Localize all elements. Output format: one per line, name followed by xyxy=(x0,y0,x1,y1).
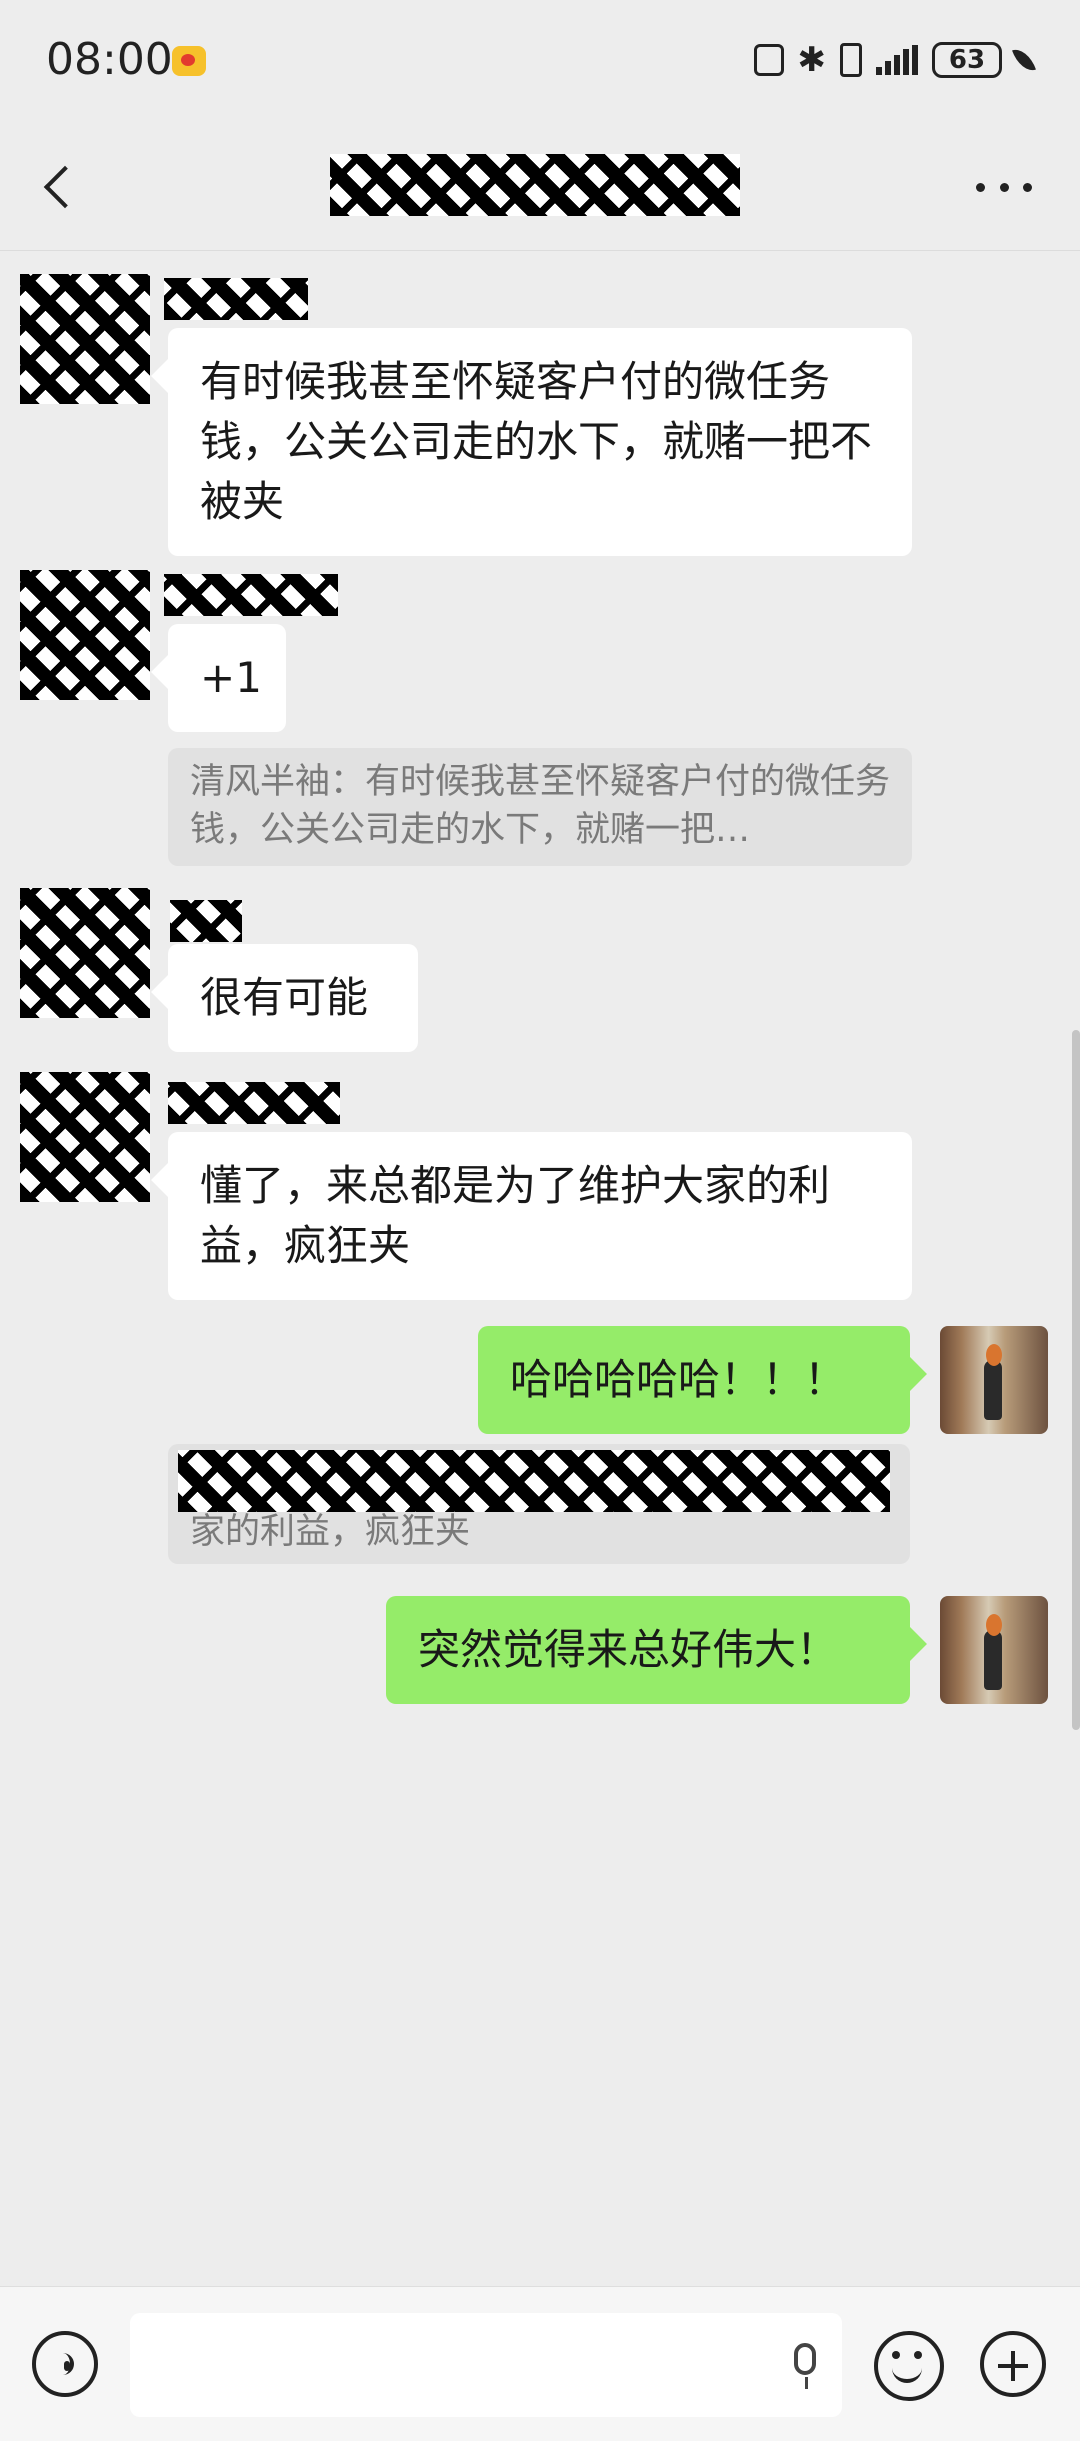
bluetooth-icon: ✱ xyxy=(797,40,827,80)
status-time: 08:00 xyxy=(46,34,173,85)
vibrate-icon xyxy=(840,43,862,77)
avatar-redacted[interactable] xyxy=(20,570,150,700)
my-avatar[interactable] xyxy=(940,1596,1048,1704)
status-bar: 08:00 ✱ 63 xyxy=(0,0,1080,124)
message-bubble[interactable]: 很有可能 xyxy=(168,944,418,1052)
emoji-icon[interactable] xyxy=(874,2331,944,2401)
my-message-bubble[interactable]: 哈哈哈哈哈！！！ xyxy=(478,1326,910,1434)
sender-name-redacted xyxy=(164,574,338,616)
avatar-redacted[interactable] xyxy=(20,888,150,1018)
battery-icon: 63 xyxy=(932,42,1002,78)
message-bubble[interactable]: 有时候我甚至怀疑客户付的微任务钱，公关公司走的水下，就赌一把不被夹 xyxy=(168,328,912,556)
status-icons: ✱ 63 xyxy=(753,40,1036,80)
avatar-redacted[interactable] xyxy=(20,274,150,404)
message-bubble[interactable]: 懂了，来总都是为了维护大家的利益，疯狂夹 xyxy=(168,1132,912,1300)
sender-name-redacted xyxy=(164,278,308,320)
signal-icon xyxy=(876,45,918,75)
quote-text: 家的利益，疯狂夹 xyxy=(190,1512,471,1552)
quote-redacted xyxy=(178,1450,890,1512)
avatar-redacted[interactable] xyxy=(20,1072,150,1202)
sender-name-redacted xyxy=(170,900,242,942)
voice-icon[interactable] xyxy=(32,2331,98,2397)
weibo-notification-icon xyxy=(172,46,206,76)
quoted-message[interactable]: 家的利益，疯狂夹 xyxy=(168,1444,910,1564)
chat-title-redacted xyxy=(330,154,740,216)
chat-header xyxy=(0,124,1080,251)
message-bubble[interactable]: +1 xyxy=(168,624,286,732)
sender-name-redacted xyxy=(168,1082,340,1124)
my-avatar[interactable] xyxy=(940,1326,1048,1434)
nfc-icon xyxy=(753,44,784,76)
plus-icon[interactable] xyxy=(980,2331,1046,2397)
my-message-bubble[interactable]: 突然觉得来总好伟大！ xyxy=(386,1596,910,1704)
message-input[interactable] xyxy=(130,2313,842,2417)
more-icon[interactable] xyxy=(976,172,1032,202)
power-saving-icon xyxy=(1012,45,1036,75)
quoted-message[interactable]: 清风半袖：有时候我甚至怀疑客户付的微任务钱，公关公司走的水下，就赌一把… xyxy=(168,748,912,866)
input-bar xyxy=(0,2286,1080,2441)
scrollbar[interactable] xyxy=(1072,1030,1080,1730)
mic-icon[interactable] xyxy=(794,2343,816,2389)
back-icon[interactable] xyxy=(36,160,84,216)
